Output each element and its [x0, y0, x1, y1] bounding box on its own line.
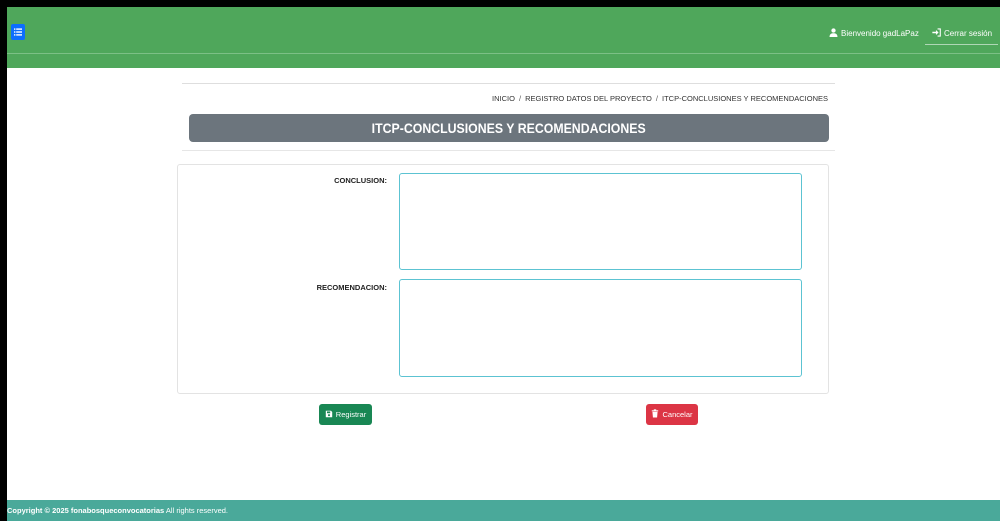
navbar-divider: [7, 53, 1000, 54]
footer-copyright: Copyright © 2025 fonabosqueconvocatorias: [7, 506, 165, 515]
conclusion-textarea[interactable]: [399, 173, 802, 270]
sidebar-toggle-button[interactable]: [11, 24, 25, 40]
recomendacion-label: RECOMENDACION:: [316, 283, 387, 292]
breadcrumb-separator: /: [655, 94, 658, 103]
page-title-bar: ITCP-CONCLUSIONES Y RECOMENDACIONES: [189, 114, 829, 142]
breadcrumb-separator: /: [518, 94, 522, 103]
conclusion-label: CONCLUSION:: [334, 176, 387, 185]
sign-in-icon: [932, 27, 941, 39]
cancel-label: Cancelar: [662, 410, 693, 419]
cancel-button[interactable]: Cancelar: [646, 404, 698, 425]
save-icon: [325, 410, 333, 420]
logout-link[interactable]: Cerrar sesión: [932, 27, 992, 39]
card-header-divider: [182, 150, 835, 151]
logout-label: Cerrar sesión: [944, 28, 993, 38]
trash-icon: [651, 409, 659, 420]
recomendacion-textarea[interactable]: [399, 279, 802, 377]
page-footer: Copyright © 2025 fonabosqueconvocatorias…: [7, 500, 1000, 521]
breadcrumb-item-current: ITCP-CONCLUSIONES Y RECOMENDACIONES: [662, 94, 828, 103]
menu-list-icon: [14, 23, 22, 41]
breadcrumb-item-registro[interactable]: REGISTRO DATOS DEL PROYECTO: [525, 94, 652, 103]
user-welcome-link[interactable]: Bienvenido gadLaPaz: [829, 27, 919, 39]
breadcrumb-item-inicio[interactable]: INICIO: [492, 94, 515, 103]
user-icon: [829, 27, 838, 39]
app-window: Bienvenido gadLaPaz Cerrar sesión INICIO…: [7, 7, 1000, 521]
logout-underline: [925, 44, 998, 45]
breadcrumb: INICIO / REGISTRO DATOS DEL PROYECTO / ITCP-…: [492, 94, 828, 104]
register-label: Registrar: [335, 410, 367, 419]
top-navbar: Bienvenido gadLaPaz Cerrar sesión: [7, 7, 1000, 68]
user-welcome-label: Bienvenido gadLaPaz: [841, 28, 919, 38]
card-top-border: [182, 83, 835, 84]
footer-rights: All rights reserved.: [165, 506, 229, 515]
page-title: ITCP-CONCLUSIONES Y RECOMENDACIONES: [371, 120, 647, 136]
register-button[interactable]: Registrar: [319, 404, 372, 425]
